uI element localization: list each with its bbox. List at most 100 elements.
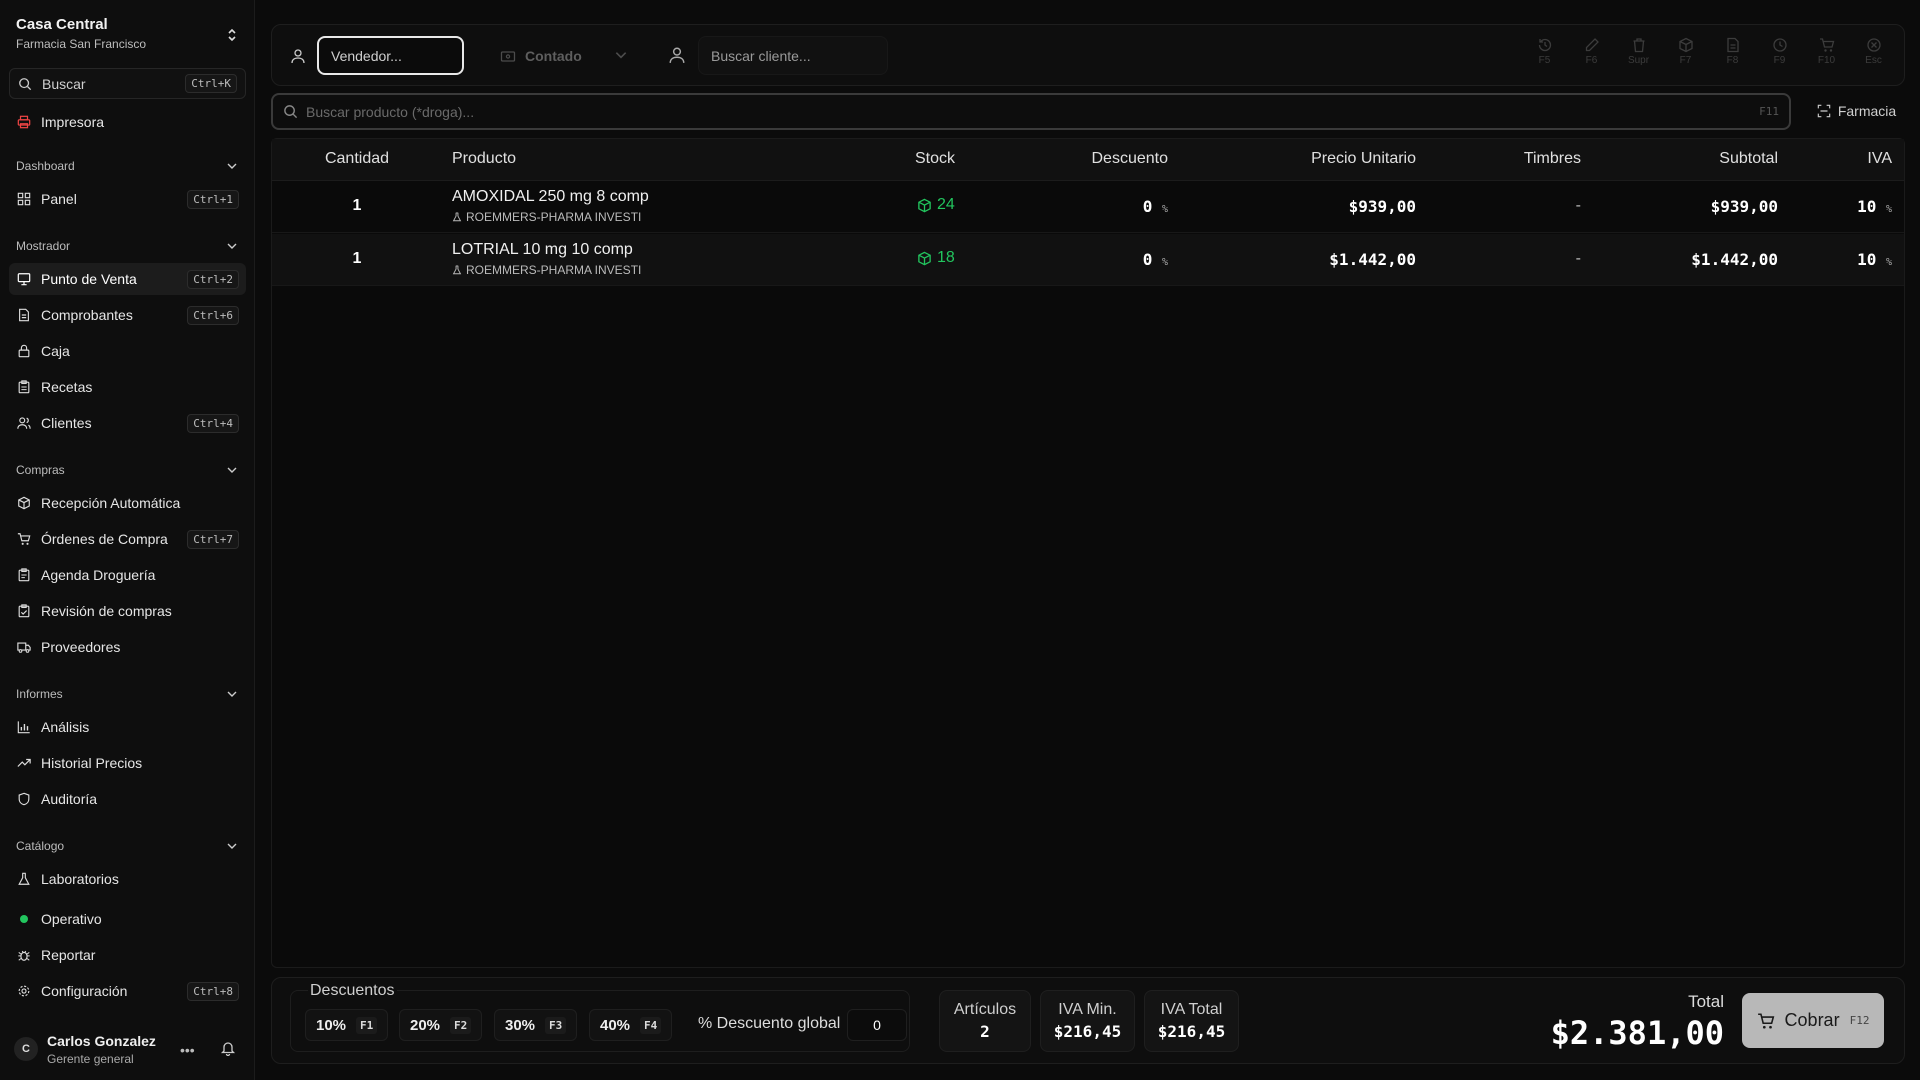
col-descuento[interactable]: Descuento: [1092, 150, 1169, 168]
discount-30-button[interactable]: 30% F3: [494, 1009, 578, 1041]
sidebar-item-analisis[interactable]: Análisis: [9, 711, 246, 743]
payment-select[interactable]: Contado: [490, 36, 645, 75]
discount-label: 40%: [600, 1016, 631, 1034]
row-lab-text: ROEMMERS-PHARMA INVESTI: [466, 210, 642, 224]
search-shortcut: Ctrl+K: [185, 74, 237, 93]
cliente-search-input[interactable]: [698, 36, 888, 75]
table-row[interactable]: 1 LOTRIAL 10 mg 10 comp ROEMMERS-PHARMA …: [272, 234, 1904, 286]
sidebar: Casa Central Farmacia San Francisco Busc…: [0, 0, 255, 1080]
package-icon: [16, 495, 32, 511]
cancel-button[interactable]: Esc: [1857, 37, 1890, 73]
discount-key: F4: [640, 1016, 662, 1034]
sidebar-item-proveedores[interactable]: Proveedores: [9, 631, 246, 663]
user-profile[interactable]: C Carlos Gonzalez Gerente general •••: [14, 1030, 242, 1068]
percent-sign: %: [1885, 204, 1892, 215]
sidebar-item-comprobantes[interactable]: Comprobantes Ctrl+6: [9, 299, 246, 331]
scan-icon: [1817, 104, 1831, 118]
sidebar-item-recepcion-automatica[interactable]: Recepción Automática: [9, 487, 246, 519]
row-discount-value: 0: [1142, 250, 1153, 269]
row-timbres: -: [1575, 197, 1581, 214]
pos-footer: Descuentos 10% F1 20% F2 30% F3 40% F4 % Des…: [271, 977, 1905, 1064]
vendedor-input[interactable]: [317, 36, 464, 75]
col-producto[interactable]: Producto: [452, 150, 516, 168]
bell-icon[interactable]: [220, 1040, 236, 1056]
row-lab-text: ROEMMERS-PHARMA INVESTI: [466, 263, 642, 277]
col-iva[interactable]: IVA: [1867, 150, 1892, 168]
stat-value: $216,45: [1157, 1022, 1226, 1041]
row-qty[interactable]: 1: [272, 197, 442, 215]
row-discount-value: 0: [1142, 197, 1153, 216]
sidebar-item-laboratorios[interactable]: Laboratorios: [9, 863, 246, 895]
users-icon: [16, 415, 32, 431]
sidebar-search[interactable]: Buscar Ctrl+K: [9, 68, 246, 99]
sidebar-item-revision-de-compras[interactable]: Revisión de compras: [9, 595, 246, 627]
cobrar-label: Cobrar: [1784, 1010, 1840, 1030]
sidebar-item-panel[interactable]: Panel Ctrl+1: [9, 183, 246, 215]
table-row[interactable]: 1 AMOXIDAL 250 mg 8 comp ROEMMERS-PHARMA…: [272, 181, 1904, 233]
sidebar-item-label: Laboratorios: [41, 871, 119, 887]
sidebar-item-caja[interactable]: Caja: [9, 335, 246, 367]
percent-sign: %: [1885, 257, 1892, 268]
search-label: Buscar: [42, 75, 86, 92]
discount-20-button[interactable]: 20% F2: [399, 1009, 483, 1041]
discount-40-button[interactable]: 40% F4: [589, 1009, 673, 1041]
col-timbres[interactable]: Timbres: [1524, 150, 1581, 168]
sidebar-item-recetas[interactable]: Recetas: [9, 371, 246, 403]
cart-table: Cantidad Producto Stock Descuento Precio…: [271, 138, 1905, 968]
package-button[interactable]: F7: [1669, 37, 1702, 73]
iva-min-stat: IVA Min. $216,45: [1040, 990, 1135, 1052]
user-icon: [291, 49, 305, 64]
clipboard-check-icon: [16, 603, 32, 619]
sidebar-item-configuracion[interactable]: Configuración Ctrl+8: [9, 975, 246, 1007]
fkey-label: Esc: [1865, 55, 1882, 66]
document-button[interactable]: F8: [1716, 37, 1749, 73]
col-stock[interactable]: Stock: [915, 150, 955, 168]
cobrar-button[interactable]: Cobrar F12: [1742, 993, 1884, 1048]
org-switcher[interactable]: Casa Central Farmacia San Francisco: [16, 16, 238, 56]
sidebar-item-historial-precios[interactable]: Historial Precios: [9, 747, 246, 779]
stat-value: $216,45: [1053, 1022, 1122, 1041]
flask-icon: [452, 265, 462, 275]
section-catalogo[interactable]: Catálogo: [16, 836, 238, 856]
global-discount-input[interactable]: [847, 1009, 907, 1041]
status-operativo[interactable]: Operativo: [9, 903, 246, 935]
package-icon: [918, 251, 931, 265]
total-value: $2.381,00: [1550, 1014, 1724, 1052]
sidebar-item-punto-de-venta[interactable]: Punto de Venta Ctrl+2: [9, 263, 246, 295]
col-cantidad[interactable]: Cantidad: [272, 150, 442, 168]
grid-icon: [16, 191, 32, 207]
history-button[interactable]: F5: [1528, 37, 1561, 73]
product-search[interactable]: F11: [271, 93, 1791, 130]
row-discount[interactable]: 0 %: [1143, 250, 1168, 269]
status-label: Operativo: [41, 911, 102, 927]
fkey-label: F7: [1679, 55, 1692, 66]
sidebar-item-ordenes-de-compra[interactable]: Órdenes de Compra Ctrl+7: [9, 523, 246, 555]
discount-10-button[interactable]: 10% F1: [305, 1009, 389, 1041]
bar-chart-icon: [16, 719, 32, 735]
cart-button[interactable]: F10: [1810, 37, 1843, 73]
product-search-input[interactable]: [306, 103, 1760, 120]
sidebar-item-auditoria[interactable]: Auditoría: [9, 783, 246, 815]
section-informes[interactable]: Informes: [16, 684, 238, 704]
sidebar-item-label: Recetas: [41, 379, 93, 395]
sidebar-item-label: Caja: [41, 343, 70, 359]
row-discount[interactable]: 0 %: [1143, 197, 1168, 216]
edit-button[interactable]: F6: [1575, 37, 1608, 73]
sidebar-item-clientes[interactable]: Clientes Ctrl+4: [9, 407, 246, 439]
col-subtotal[interactable]: Subtotal: [1719, 150, 1778, 168]
monitor-icon: [16, 271, 32, 287]
section-mostrador[interactable]: Mostrador: [16, 236, 238, 256]
sidebar-item-reportar[interactable]: Reportar: [9, 939, 246, 971]
lock-icon: [16, 343, 32, 359]
sidebar-item-impresora[interactable]: Impresora: [9, 106, 246, 138]
clock-button[interactable]: F9: [1763, 37, 1796, 73]
farmacia-button[interactable]: Farmacia: [1808, 96, 1905, 126]
delete-button[interactable]: Supr: [1622, 37, 1655, 73]
row-qty[interactable]: 1: [272, 250, 442, 268]
sidebar-item-agenda-drogueria[interactable]: Agenda Droguería: [9, 559, 246, 591]
col-precio[interactable]: Precio Unitario: [1311, 150, 1416, 168]
file-text-icon: [16, 307, 32, 323]
section-dashboard[interactable]: Dashboard: [16, 156, 238, 176]
section-compras[interactable]: Compras: [16, 460, 238, 480]
more-options-icon[interactable]: •••: [180, 1042, 195, 1058]
